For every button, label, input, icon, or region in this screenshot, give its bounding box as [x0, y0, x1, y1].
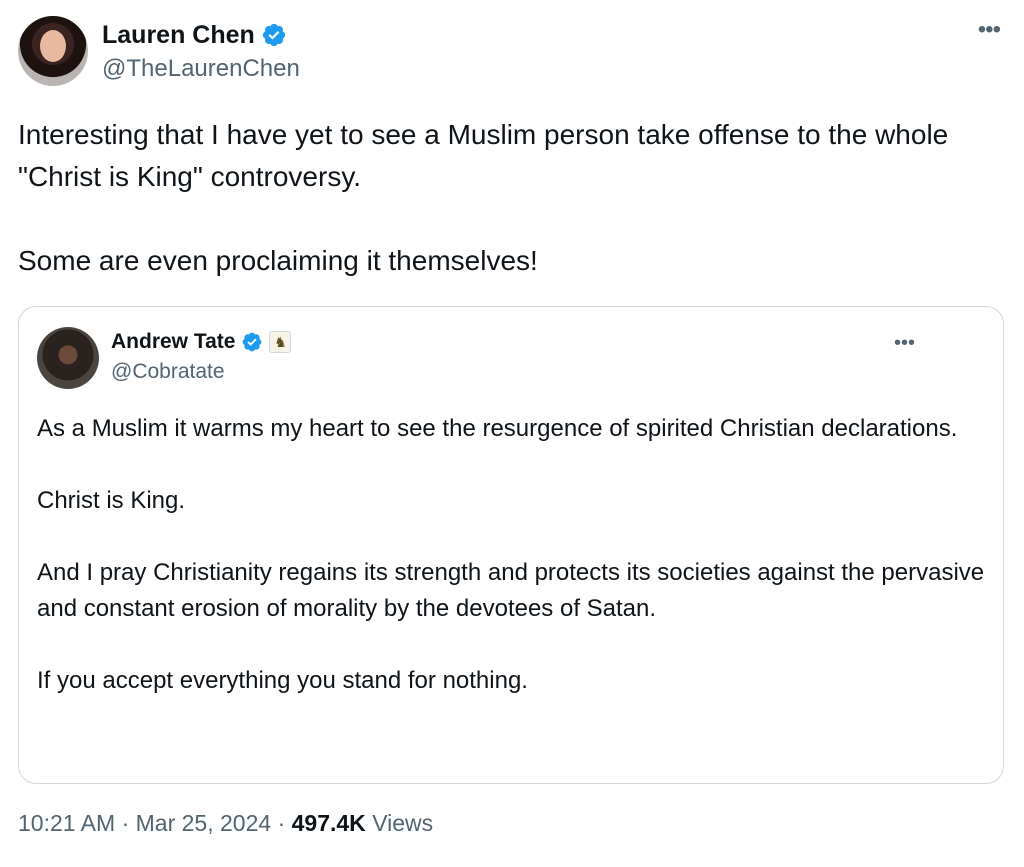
author-block: Lauren Chen @TheLaurenChen: [102, 20, 300, 84]
views-count[interactable]: 497.4K: [292, 810, 366, 836]
quoted-tweet-header: Andrew Tate ♞ @Cobratate •••: [37, 327, 985, 389]
tweet: Lauren Chen @TheLaurenChen ••• Interesti…: [18, 16, 1006, 838]
verified-icon: [243, 332, 262, 352]
quoted-author-block: Andrew Tate ♞ @Cobratate: [111, 328, 292, 386]
avatar[interactable]: [18, 16, 88, 86]
tweet-header: Lauren Chen @TheLaurenChen •••: [18, 16, 1006, 92]
affiliate-badge-icon[interactable]: ♞: [269, 331, 292, 353]
views-label: Views: [372, 810, 434, 836]
meta-separator: ·: [121, 810, 130, 836]
quoted-author-display-name[interactable]: Andrew Tate: [111, 328, 235, 356]
quoted-more-icon[interactable]: •••: [894, 333, 915, 353]
quoted-tweet[interactable]: Andrew Tate ♞ @Cobratate ••• As a Muslim…: [18, 306, 1004, 784]
author-handle[interactable]: @TheLaurenChen: [102, 54, 300, 84]
tweet-text: Interesting that I have yet to see a Mus…: [18, 119, 949, 276]
more-icon[interactable]: •••: [978, 18, 1001, 42]
quoted-author-name-row: Andrew Tate ♞: [111, 328, 292, 356]
quoted-avatar[interactable]: [37, 327, 99, 389]
verified-icon: [262, 23, 285, 47]
quoted-author-handle[interactable]: @Cobratate: [111, 358, 291, 386]
author-display-name[interactable]: Lauren Chen: [102, 20, 255, 50]
tweet-time[interactable]: 10:21 AM: [18, 810, 115, 836]
quoted-tweet-text: As a Muslim it warms my heart to see the…: [37, 415, 985, 694]
tweet-meta: 10:21 AM · Mar 25, 2024 · 497.4K Views: [18, 808, 1006, 838]
author-name-row: Lauren Chen: [102, 20, 300, 50]
tweet-date[interactable]: Mar 25, 2024: [136, 810, 272, 836]
meta-separator: ·: [277, 810, 286, 836]
